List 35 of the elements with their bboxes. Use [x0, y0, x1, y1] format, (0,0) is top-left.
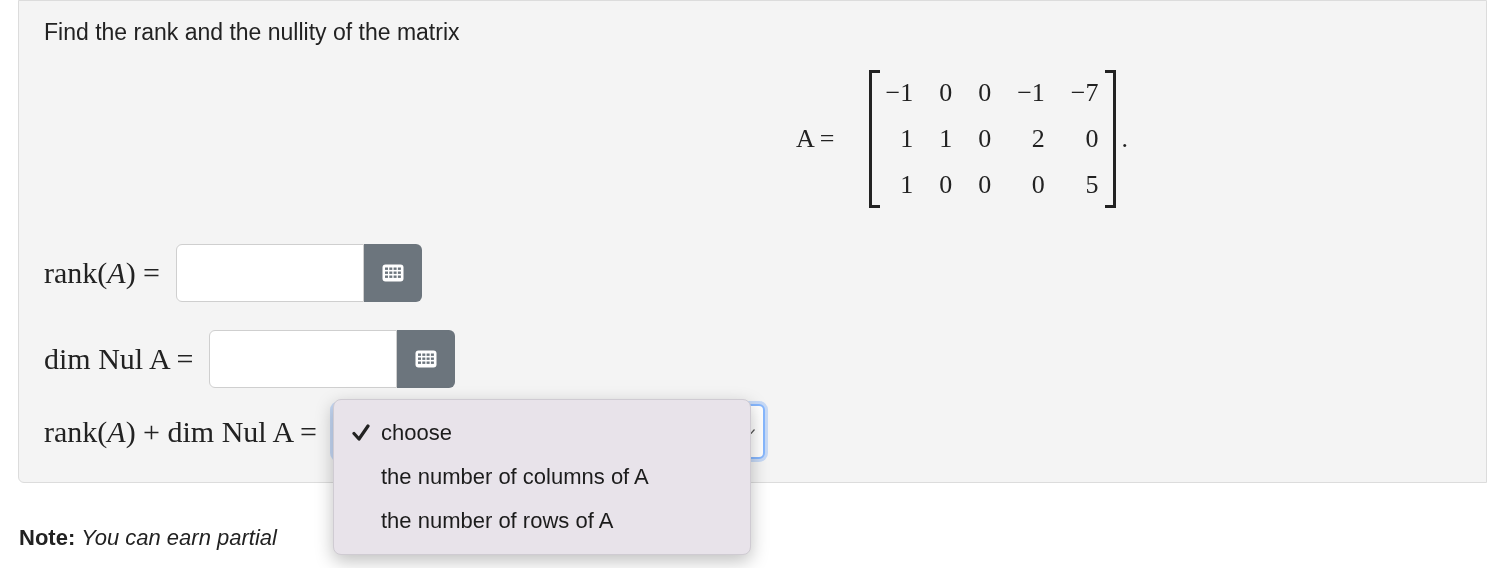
option-label: choose [381, 419, 452, 447]
matrix-entry: −1 [885, 76, 914, 109]
keypad-icon [382, 263, 405, 282]
matrix-entry: −7 [1070, 76, 1099, 109]
keypad-button[interactable] [364, 243, 423, 302]
matrix-label: A = [796, 123, 835, 155]
answer-label: rank(A) + dim Nul A = [44, 413, 317, 450]
keypad-icon [415, 349, 438, 368]
answer-field[interactable] [176, 243, 365, 302]
matrix-entry: 1 [899, 168, 914, 201]
matrix-entry: 0 [1084, 122, 1099, 155]
keypad-button[interactable] [397, 329, 456, 388]
matrix-entry: 0 [978, 122, 992, 155]
answer-field[interactable] [209, 329, 398, 388]
question-prompt: Find the rank and the nullity of the matrix [44, 18, 461, 47]
matrix-period: . [1121, 123, 1129, 155]
matrix-entry: 0 [978, 168, 992, 201]
answer-label: rank(A) = [44, 255, 161, 291]
dropdown-option[interactable]: choose [334, 410, 750, 455]
note-label: Note: [19, 524, 76, 552]
matrix-entry: 0 [1030, 168, 1045, 201]
matrix-entry: 0 [939, 76, 953, 109]
dropdown-option[interactable]: the number of rows of A [334, 498, 750, 543]
option-label: the number of rows of A [381, 507, 614, 535]
matrix-entry: 0 [978, 76, 992, 109]
matrix-entry: 2 [1030, 122, 1045, 155]
matrix-entry: 1 [899, 122, 914, 155]
matrix-entry: 0 [939, 168, 953, 201]
matrix-entry: 1 [939, 122, 953, 155]
option-label: the number of columns of A [381, 463, 649, 491]
dropdown-option[interactable]: the number of columns of A [334, 454, 750, 499]
note-text: You can earn partial [81, 524, 277, 552]
answer-label: dim Nul A = [44, 341, 194, 377]
matrix-entry: −1 [1017, 76, 1045, 109]
matrix-entry: 5 [1084, 168, 1099, 201]
